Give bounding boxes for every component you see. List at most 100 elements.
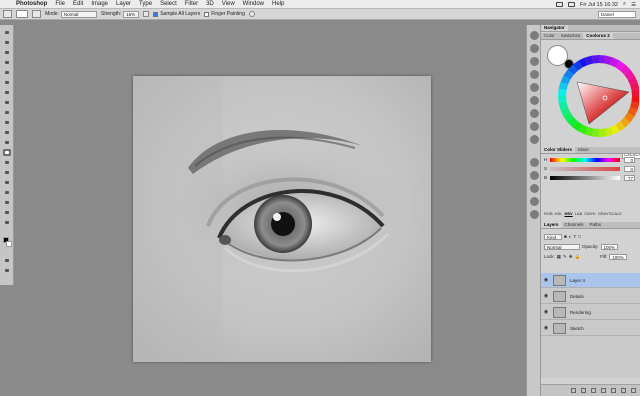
pen-tool-icon[interactable] bbox=[3, 169, 11, 176]
quick-mask-icon[interactable] bbox=[3, 257, 11, 264]
screen-mode-icon[interactable] bbox=[3, 267, 11, 274]
healing-tool-icon[interactable] bbox=[3, 89, 11, 96]
slider-value-input[interactable]: 77 bbox=[624, 175, 635, 181]
layer-row[interactable]: ◉ Rendering bbox=[541, 305, 640, 320]
link-layers-icon[interactable] bbox=[571, 388, 576, 393]
eyedropper-tool-icon[interactable] bbox=[3, 79, 11, 86]
layer-kind-select[interactable]: Kind bbox=[544, 233, 562, 240]
timeline-panel-icon[interactable] bbox=[530, 210, 539, 219]
properties-panel-icon[interactable] bbox=[530, 158, 539, 167]
quick-select-tool-icon[interactable] bbox=[3, 59, 11, 66]
type-tool-icon[interactable] bbox=[3, 179, 11, 186]
tab-color[interactable]: Color bbox=[541, 33, 558, 39]
new-group-icon[interactable] bbox=[611, 388, 616, 393]
tab-coolorus-2[interactable]: Coolorus 2 bbox=[583, 33, 613, 39]
dodge-tool-icon[interactable] bbox=[3, 159, 11, 166]
layer-name[interactable]: Rendering bbox=[570, 310, 591, 315]
marquee-tool-icon[interactable] bbox=[3, 39, 11, 46]
brush-tool-icon[interactable] bbox=[3, 99, 11, 106]
layer-row[interactable]: ◉ Layer 4 bbox=[541, 273, 640, 288]
new-layer-icon[interactable] bbox=[621, 388, 626, 393]
menubar-clock[interactable]: Fri Jul 15 16:32 bbox=[580, 2, 618, 8]
history-brush-tool-icon[interactable] bbox=[3, 119, 11, 126]
tab-paths[interactable]: Paths bbox=[587, 222, 605, 228]
crop-tool-icon[interactable] bbox=[3, 69, 11, 76]
slider-value-input[interactable]: 0 bbox=[624, 157, 635, 163]
swatches-2-panel-icon[interactable] bbox=[530, 197, 539, 206]
delete-layer-icon[interactable] bbox=[631, 388, 636, 393]
zoom-tool-icon[interactable] bbox=[3, 219, 11, 226]
canvas-document[interactable] bbox=[133, 76, 431, 362]
hand-tool-icon[interactable] bbox=[3, 209, 11, 216]
layer-name[interactable]: Details bbox=[570, 294, 584, 299]
tab-channels[interactable]: Channels bbox=[562, 222, 587, 228]
mode-select[interactable]: Normal bbox=[60, 10, 97, 18]
finger-painting-checkbox[interactable] bbox=[204, 11, 210, 17]
lasso-tool-icon[interactable] bbox=[3, 49, 11, 56]
actions-panel-icon[interactable] bbox=[530, 44, 539, 53]
lock-all-icon[interactable]: 🔒 bbox=[575, 254, 581, 260]
path-select-tool-icon[interactable] bbox=[3, 189, 11, 196]
smudge-tool-icon[interactable] bbox=[3, 149, 11, 156]
tab-navigator[interactable]: Navigator bbox=[541, 25, 568, 31]
mode-lab[interactable]: LAB bbox=[575, 211, 583, 216]
menu-edit[interactable]: Edit bbox=[69, 0, 87, 9]
fill-input[interactable]: 100% bbox=[609, 253, 627, 260]
visibility-eye-icon[interactable]: ◉ bbox=[541, 325, 551, 331]
layer-thumbnail[interactable] bbox=[553, 290, 566, 302]
clone-source-panel-icon[interactable] bbox=[530, 171, 539, 180]
mode-rgb[interactable]: RGB bbox=[544, 211, 553, 216]
filter-shape-icon[interactable]: □ bbox=[578, 234, 581, 239]
pressure-size-icon[interactable] bbox=[248, 11, 255, 17]
slider-track[interactable] bbox=[550, 176, 620, 180]
slider-track[interactable] bbox=[550, 167, 620, 171]
gradient-tool-icon[interactable] bbox=[3, 139, 11, 146]
mode-hsl[interactable]: HSL bbox=[555, 211, 563, 216]
layer-thumbnail[interactable] bbox=[553, 306, 566, 318]
sample-all-layers-checkbox[interactable] bbox=[153, 11, 159, 17]
filter-adjust-icon[interactable]: ◐ bbox=[569, 234, 572, 239]
notification-center-icon[interactable]: ☰ bbox=[631, 2, 636, 8]
adjustment-layer-icon[interactable] bbox=[601, 388, 606, 393]
slider-value-input[interactable]: 0 bbox=[624, 166, 635, 172]
lock-transparent-icon[interactable]: ▦ bbox=[557, 254, 561, 260]
layer-thumbnail[interactable] bbox=[553, 274, 566, 286]
mode-hsv[interactable]: HSV bbox=[564, 211, 572, 216]
visibility-eye-icon[interactable]: ◉ bbox=[541, 293, 551, 299]
tab-layers[interactable]: Layers bbox=[541, 222, 562, 228]
adjustments-panel-icon[interactable] bbox=[530, 109, 539, 118]
spotlight-icon[interactable]: ⌕ bbox=[623, 1, 626, 8]
menu-file[interactable]: File bbox=[51, 0, 69, 9]
tab-mixer[interactable]: Mixer bbox=[575, 147, 592, 153]
brushes-panel-icon[interactable] bbox=[530, 57, 539, 66]
menu-help[interactable]: Help bbox=[268, 0, 288, 9]
info-panel-icon[interactable] bbox=[530, 135, 539, 144]
character-panel-icon[interactable] bbox=[530, 83, 539, 92]
mode-cmyk[interactable]: CMYK bbox=[584, 211, 596, 216]
strength-input[interactable]: 15% bbox=[123, 10, 140, 18]
move-tool-icon[interactable] bbox=[3, 29, 11, 36]
opacity-input[interactable]: 100% bbox=[600, 243, 619, 250]
filter-pixel-icon[interactable]: ■ bbox=[564, 234, 567, 239]
paragraph-panel-icon[interactable] bbox=[530, 96, 539, 105]
blend-mode-select[interactable]: Normal bbox=[544, 243, 580, 250]
history-panel-icon[interactable] bbox=[530, 31, 539, 40]
hue-wheel[interactable] bbox=[547, 40, 639, 140]
brush-presets-panel-icon[interactable] bbox=[530, 70, 539, 79]
battery-icon[interactable] bbox=[568, 2, 576, 7]
menu-image[interactable]: Image bbox=[87, 0, 112, 9]
filter-type-icon[interactable]: T bbox=[573, 234, 576, 239]
menu-type[interactable]: Type bbox=[135, 0, 156, 9]
layer-style-icon[interactable] bbox=[581, 388, 586, 393]
clone-stamp-tool-icon[interactable] bbox=[3, 109, 11, 116]
menu-view[interactable]: View bbox=[218, 0, 239, 9]
mode-grayscale[interactable]: GRAYSCALE bbox=[598, 211, 622, 216]
pressure-strength-icon[interactable] bbox=[143, 11, 150, 17]
layer-name[interactable]: Layer 4 bbox=[570, 278, 585, 283]
tool-presets-panel-icon[interactable] bbox=[530, 184, 539, 193]
menu-3d[interactable]: 3D bbox=[202, 0, 218, 9]
brush-preset-picker[interactable] bbox=[16, 10, 28, 18]
background-color-swatch[interactable] bbox=[6, 241, 12, 247]
slider-track[interactable] bbox=[550, 158, 620, 162]
layer-thumbnail[interactable] bbox=[553, 322, 566, 334]
